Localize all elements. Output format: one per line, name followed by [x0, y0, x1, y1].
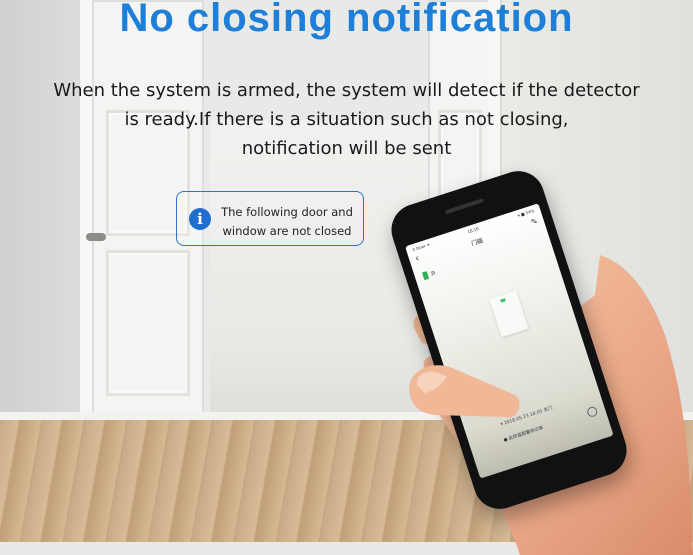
phone-speaker — [444, 198, 485, 215]
sensor-led — [500, 298, 506, 303]
callout-text: The following door and window are not cl… — [215, 203, 359, 241]
status-time: 18:18 — [466, 226, 480, 235]
description-line: When the system is armed, the system wil… — [53, 80, 640, 101]
description-line: notification will be sent — [241, 138, 452, 159]
status-carrier: X Doer ✦ — [411, 241, 431, 253]
info-icon: i — [189, 208, 211, 230]
notification-callout: i The following door and window are not … — [176, 191, 364, 246]
settings-icon[interactable] — [585, 405, 599, 419]
door-handle — [86, 233, 106, 241]
callout-line: The following door and — [221, 205, 353, 219]
description-line: is ready.If there is a situation such as… — [124, 109, 569, 130]
door-sensor-image — [489, 290, 529, 338]
callout-line: window are not closed — [222, 224, 352, 238]
thumb-image — [409, 365, 520, 418]
device-status-label: 开 — [430, 270, 437, 278]
description: When the system is armed, the system wil… — [10, 76, 683, 163]
door-panel — [106, 250, 190, 396]
page-title: No closing notification — [119, 0, 574, 40]
battery-status-icon — [421, 271, 430, 281]
